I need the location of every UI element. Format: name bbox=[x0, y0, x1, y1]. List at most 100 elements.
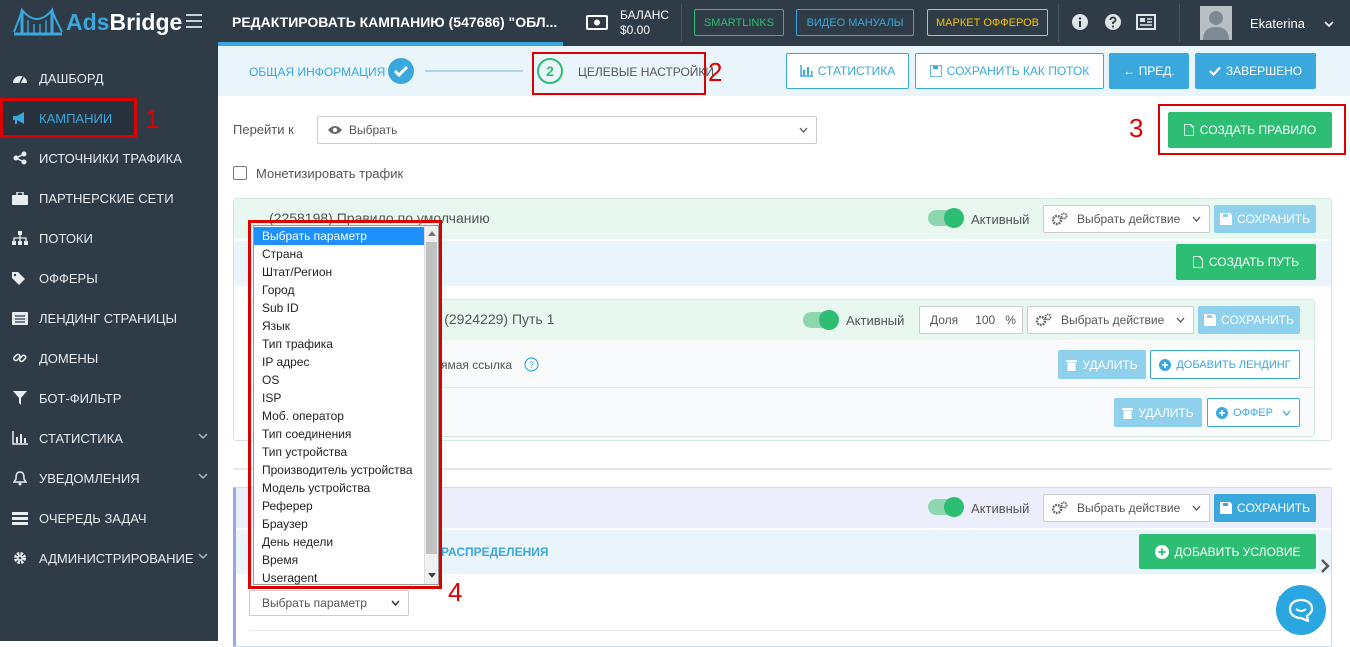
sidebar-item-dashboard[interactable]: ДАШБОРД bbox=[0, 58, 218, 98]
sidebar-item-offers[interactable]: ОФФЕРЫ bbox=[0, 258, 218, 298]
action-select[interactable]: Выбрать действие bbox=[1043, 494, 1210, 522]
add-condition-button[interactable]: ДОБАВИТЬ УСЛОВИЕ bbox=[1139, 534, 1316, 569]
sidebar-item-landing-pages[interactable]: ЛЕНДИНГ СТРАНИЦЫ bbox=[0, 298, 218, 338]
scrollbar-thumb[interactable] bbox=[426, 242, 437, 554]
sidebar-item-administration[interactable]: АДМИНИСТРИРОВАНИЕ bbox=[0, 538, 218, 578]
sidebar-item-bot-filter[interactable]: БОТ-ФИЛЬТР bbox=[0, 378, 218, 418]
sidebar-item-notifications[interactable]: УВЕДОМЛЕНИЯ bbox=[0, 458, 218, 498]
dropdown-option[interactable]: День недели bbox=[254, 533, 438, 551]
dropdown-option[interactable]: Тип трафика bbox=[254, 335, 438, 353]
share-value[interactable]: 100 bbox=[975, 313, 995, 327]
dropdown-option[interactable]: Штат/Регион bbox=[254, 263, 438, 281]
dropdown-scrollbar[interactable] bbox=[424, 226, 438, 584]
dropdown-option[interactable]: Тип устройства bbox=[254, 443, 438, 461]
monetize-label: Монетизировать трафик bbox=[256, 166, 404, 181]
create-path-label: СОЗДАТЬ ПУТЬ bbox=[1208, 255, 1300, 269]
save-path-button[interactable]: СОХРАНИТЬ bbox=[1198, 306, 1300, 334]
save-rule-label: СОХРАНИТЬ bbox=[1237, 501, 1310, 515]
check-icon bbox=[1209, 66, 1221, 76]
file-icon bbox=[1192, 256, 1203, 268]
dropdown-option[interactable]: Выбрать параметр bbox=[254, 227, 424, 245]
chevron-right-icon[interactable] bbox=[1319, 558, 1331, 574]
info-icon[interactable] bbox=[1072, 14, 1088, 30]
help-icon[interactable] bbox=[1105, 14, 1121, 30]
dropdown-option[interactable]: ISP bbox=[254, 389, 438, 407]
goto-select[interactable]: Выбрать bbox=[317, 116, 817, 144]
create-rule-button[interactable]: СОЗДАТЬ ПРАВИЛО bbox=[1168, 112, 1332, 148]
dropdown-option[interactable]: Тип соединения bbox=[254, 425, 438, 443]
scroll-down-icon[interactable] bbox=[428, 573, 436, 578]
dropdown-option[interactable]: Sub ID bbox=[254, 299, 438, 317]
offer-button[interactable]: ОФФЕР bbox=[1207, 398, 1300, 427]
plus-circle-icon bbox=[1159, 358, 1172, 371]
active-toggle[interactable] bbox=[803, 310, 839, 330]
delete-label: УДАЛИТЬ bbox=[1138, 405, 1194, 420]
hamburger-menu-icon[interactable] bbox=[186, 14, 202, 28]
sidebar-item-label: ДАШБОРД bbox=[39, 70, 104, 86]
question-circle-icon[interactable]: ? bbox=[524, 357, 539, 372]
prev-button[interactable]: ← ПРЕД. bbox=[1109, 53, 1189, 89]
step-number: 2 bbox=[537, 58, 563, 84]
save-rule-button[interactable]: СОХРАНИТЬ bbox=[1214, 494, 1316, 522]
plus-circle-icon bbox=[1216, 406, 1229, 419]
step-general-info[interactable]: ОБЩАЯ ИНФОРМАЦИЯ bbox=[249, 65, 385, 79]
add-landing-button[interactable]: ДОБАВИТЬ ЛЕНДИНГ bbox=[1150, 350, 1300, 379]
offer-market-button[interactable]: МАРКЕТ ОФФЕРОВ bbox=[927, 9, 1048, 36]
param-dropdown-list[interactable]: Выбрать параметр Страна Штат/Регион Горо… bbox=[253, 225, 439, 585]
step-target-settings[interactable]: ЦЕЛЕВЫЕ НАСТРОЙКИ bbox=[578, 65, 714, 79]
dropdown-option[interactable]: Язык bbox=[254, 317, 438, 335]
annotation-4: 4 bbox=[448, 577, 463, 607]
create-rule-label: СОЗДАТЬ ПРАВИЛО bbox=[1199, 123, 1317, 137]
active-toggle[interactable] bbox=[928, 208, 964, 228]
news-icon[interactable] bbox=[1136, 14, 1156, 30]
delete-landing-button[interactable]: УДАЛИТЬ bbox=[1058, 350, 1146, 379]
dropdown-option[interactable]: IP адрес bbox=[254, 353, 438, 371]
action-select[interactable]: Выбрать действие bbox=[1043, 205, 1210, 233]
sidebar-item-traffic-sources[interactable]: ИСТОЧНИКИ ТРАФИКА bbox=[0, 138, 218, 178]
plus-circle-icon bbox=[1154, 544, 1169, 559]
smartlinks-button[interactable]: SMARTLINKS bbox=[694, 9, 784, 36]
dropdown-option[interactable]: Страна bbox=[254, 245, 438, 263]
chat-button[interactable] bbox=[1276, 585, 1326, 635]
chevron-down-icon[interactable] bbox=[1324, 19, 1334, 29]
dropdown-option[interactable]: Модель устройства bbox=[254, 479, 438, 497]
link-icon bbox=[12, 350, 28, 366]
sidebar: AdsBridge ДАШБОРД КАМПАНИИ ИСТОЧНИКИ ТРА… bbox=[0, 0, 218, 641]
avatar[interactable] bbox=[1200, 6, 1232, 40]
dropdown-option[interactable]: Браузер bbox=[254, 515, 438, 533]
dropdown-option[interactable]: Моб. оператор bbox=[254, 407, 438, 425]
active-toggle[interactable] bbox=[928, 497, 964, 517]
chat-icon bbox=[1288, 598, 1314, 622]
dropdown-option[interactable]: Город bbox=[254, 281, 438, 299]
create-path-button[interactable]: СОЗДАТЬ ПУТЬ bbox=[1176, 244, 1316, 280]
dropdown-option[interactable]: OS bbox=[254, 371, 438, 389]
sidebar-item-label: ОФФЕРЫ bbox=[39, 270, 98, 286]
monetize-checkbox[interactable] bbox=[233, 166, 247, 180]
action-select[interactable]: Выбрать действие bbox=[1027, 306, 1194, 334]
sidebar-item-statistics[interactable]: СТАТИСТИКА bbox=[0, 418, 218, 458]
scroll-up-icon[interactable] bbox=[428, 231, 436, 236]
delete-offer-button[interactable]: УДАЛИТЬ bbox=[1114, 398, 1202, 427]
row-divider bbox=[249, 630, 1315, 631]
dropdown-option[interactable]: Производитель устройства bbox=[254, 461, 438, 479]
goto-label: Перейти к bbox=[233, 122, 294, 137]
dropdown-option[interactable]: Реферер bbox=[254, 497, 438, 515]
sidebar-item-flows[interactable]: ПОТОКИ bbox=[0, 218, 218, 258]
username[interactable]: Ekaterina bbox=[1250, 16, 1305, 31]
save-rule-button[interactable]: СОХРАНИТЬ bbox=[1214, 205, 1316, 233]
save-as-flow-button[interactable]: СОХРАНИТЬ КАК ПОТОК bbox=[915, 53, 1104, 89]
video-manuals-button[interactable]: ВИДЕО МАНУАЛЫ bbox=[796, 9, 914, 36]
sidebar-item-domains[interactable]: ДОМЕНЫ bbox=[0, 338, 218, 378]
sidebar-item-campaigns[interactable]: КАМПАНИИ bbox=[0, 98, 137, 138]
statistics-button[interactable]: СТАТИСТИКА bbox=[786, 53, 909, 89]
sidebar-item-partner-networks[interactable]: ПАРТНЕРСКИЕ СЕТИ bbox=[0, 178, 218, 218]
sidebar-item-task-queue[interactable]: ОЧЕРЕДЬ ЗАДАЧ bbox=[0, 498, 218, 538]
bar-chart-icon bbox=[12, 430, 28, 446]
dropdown-option[interactable]: Useragent bbox=[254, 569, 438, 587]
dropdown-option[interactable]: Время bbox=[254, 551, 438, 569]
finish-button[interactable]: ЗАВЕРШЕНО bbox=[1195, 53, 1316, 89]
step-connector bbox=[425, 70, 523, 72]
sidebar-item-label: ПОТОКИ bbox=[39, 230, 93, 246]
share-field[interactable]: Доля 100 % bbox=[919, 306, 1023, 334]
param-select[interactable]: Выбрать параметр bbox=[249, 590, 409, 616]
